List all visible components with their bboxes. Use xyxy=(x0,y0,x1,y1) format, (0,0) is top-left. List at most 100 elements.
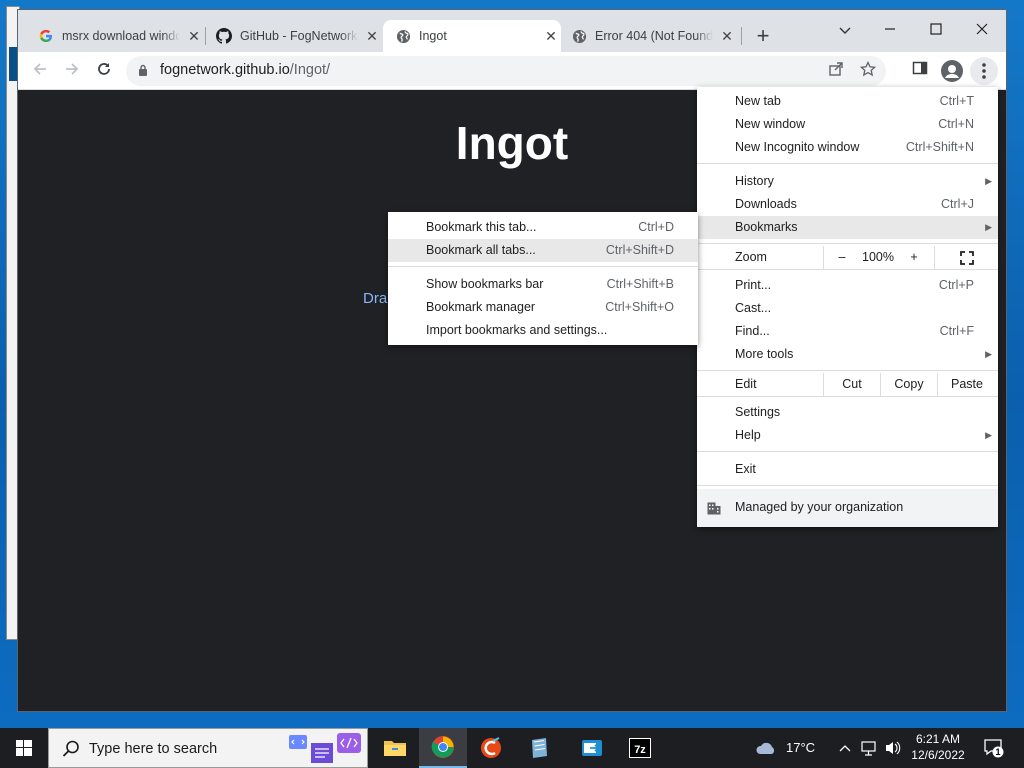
zoom-level: 100% xyxy=(862,250,894,264)
lock-icon xyxy=(139,64,147,76)
side-panel-icon[interactable] xyxy=(909,60,931,82)
menu-item-help[interactable]: Help ▶ xyxy=(697,424,998,447)
close-icon xyxy=(976,23,988,35)
7zip-icon: 7z xyxy=(629,738,651,758)
chrome-taskbar-button[interactable] xyxy=(419,728,467,768)
folder-icon xyxy=(384,741,406,756)
fullscreen-icon xyxy=(959,250,974,265)
menu-item-downloads[interactable]: Downloads Ctrl+J xyxy=(697,193,998,216)
tab-strip: msrx download windows ✕ GitHub - FogNetw… xyxy=(18,10,1006,52)
taskbar-clock[interactable]: 6:21 AM 12/6/2022 xyxy=(905,731,971,763)
menu-separator xyxy=(697,451,998,452)
tab-title: GitHub - FogNetwork/Ingot xyxy=(240,29,358,43)
close-window-button[interactable] xyxy=(962,16,1002,44)
menu-item-show-bookmarks-bar[interactable]: Show bookmarks bar Ctrl+Shift+B xyxy=(388,273,698,296)
globe-icon xyxy=(571,28,587,44)
ccleaner-icon xyxy=(481,737,501,758)
minimize-icon xyxy=(885,28,895,30)
menu-separator xyxy=(697,396,998,397)
menu-separator xyxy=(697,485,998,486)
share-icon[interactable] xyxy=(826,61,846,81)
reload-icon xyxy=(98,63,110,75)
zoom-out-button[interactable]: – xyxy=(824,246,860,269)
start-button[interactable] xyxy=(0,728,48,768)
bookmark-star-icon[interactable] xyxy=(858,60,878,81)
menu-item-history[interactable]: History ▶ xyxy=(697,170,998,193)
search-highlight-icon xyxy=(289,733,361,763)
cut-button[interactable]: Cut xyxy=(824,373,880,396)
notification-center-button[interactable]: 1 xyxy=(982,736,1004,758)
menu-separator xyxy=(697,163,998,164)
7zip-taskbar-button[interactable]: 7z xyxy=(616,728,664,768)
tab-search-button[interactable] xyxy=(825,16,865,44)
submenu-arrow-icon: ▶ xyxy=(985,176,992,186)
menu-item-new-window[interactable]: New window Ctrl+N xyxy=(697,113,998,136)
menu-item-print[interactable]: Print... Ctrl+P xyxy=(697,274,998,297)
menu-item-import-bookmarks[interactable]: Import bookmarks and settings... xyxy=(388,319,698,342)
show-hidden-icons-button[interactable] xyxy=(838,728,852,768)
chevron-up-icon xyxy=(839,745,851,752)
network-icon[interactable] xyxy=(860,728,878,768)
menu-separator xyxy=(697,243,998,244)
menu-item-bookmark-manager[interactable]: Bookmark manager Ctrl+Shift+O xyxy=(388,296,698,319)
tab-github[interactable]: GitHub - FogNetwork/Ingot ✕ xyxy=(204,20,384,52)
menu-edit-row: Edit Cut Copy Paste xyxy=(697,373,998,396)
forward-button[interactable] xyxy=(60,59,84,83)
tab-separator xyxy=(741,27,742,45)
google-icon xyxy=(38,28,54,44)
background-window-accent xyxy=(9,47,17,81)
menu-item-exit[interactable]: Exit xyxy=(697,458,998,481)
close-icon[interactable]: ✕ xyxy=(364,28,380,45)
menu-item-managed[interactable]: Managed by your organization xyxy=(697,489,998,527)
fullscreen-button[interactable] xyxy=(935,246,998,269)
chrome-main-menu: New tab Ctrl+T New window Ctrl+N New Incog… xyxy=(697,87,998,527)
menu-item-cast[interactable]: Cast... xyxy=(697,297,998,320)
tab-msrx-download[interactable]: msrx download windows ✕ xyxy=(26,20,206,52)
menu-item-bookmark-this-tab[interactable]: Bookmark this tab... Ctrl+D xyxy=(388,216,698,239)
tab-error-404[interactable]: Error 404 (Not Found)!!1 ✕ xyxy=(559,20,741,52)
menu-separator xyxy=(388,266,698,267)
file-explorer-taskbar-button[interactable] xyxy=(371,728,419,768)
copy-button[interactable]: Copy xyxy=(881,373,937,396)
ccleaner-taskbar-button[interactable] xyxy=(467,728,515,768)
menu-item-bookmark-all-tabs[interactable]: Bookmark all tabs... Ctrl+Shift+D xyxy=(388,239,698,262)
menu-item-more-tools[interactable]: More tools ▶ xyxy=(697,343,998,366)
tab-title: Error 404 (Not Found)!!1 xyxy=(595,29,713,43)
reload-button[interactable] xyxy=(92,59,116,83)
drag-link-text[interactable]: Dra xyxy=(363,290,387,307)
close-icon[interactable]: ✕ xyxy=(186,28,202,45)
globe-icon xyxy=(395,28,411,44)
menu-separator xyxy=(697,269,998,270)
address-bar[interactable]: fognetwork.github.io/Ingot/ xyxy=(126,56,886,86)
menu-item-new-incognito[interactable]: New Incognito window Ctrl+Shift+N xyxy=(697,136,998,159)
remote-desktop-icon xyxy=(582,740,602,756)
menu-item-settings[interactable]: Settings xyxy=(697,401,998,424)
notepad-icon xyxy=(532,738,547,758)
notes-taskbar-button[interactable] xyxy=(515,728,563,768)
back-button[interactable] xyxy=(28,59,52,83)
menu-item-new-tab[interactable]: New tab Ctrl+T xyxy=(697,90,998,113)
paste-button[interactable]: Paste xyxy=(938,373,996,396)
chevron-down-icon xyxy=(839,27,851,34)
new-tab-button[interactable]: + xyxy=(751,25,775,49)
minimize-button[interactable] xyxy=(870,16,910,44)
tab-title: msrx download windows xyxy=(62,29,180,43)
close-icon[interactable]: ✕ xyxy=(543,28,559,45)
building-icon xyxy=(707,502,721,515)
kebab-menu-icon xyxy=(982,63,986,79)
menu-item-find[interactable]: Find... Ctrl+F xyxy=(697,320,998,343)
zoom-in-button[interactable]: + xyxy=(896,246,932,269)
taskbar-search[interactable]: Type here to search xyxy=(48,728,368,768)
volume-icon[interactable] xyxy=(884,728,902,768)
profile-avatar-icon[interactable] xyxy=(941,60,963,82)
chrome-menu-button[interactable] xyxy=(970,57,998,85)
menu-zoom-row: Zoom – 100% + xyxy=(697,246,998,269)
tab-ingot[interactable]: Ingot ✕ xyxy=(383,20,561,52)
close-icon[interactable]: ✕ xyxy=(719,28,735,45)
menu-item-bookmarks[interactable]: Bookmarks ▶ xyxy=(697,216,998,239)
remote-app-taskbar-button[interactable] xyxy=(568,728,616,768)
tab-title: Ingot xyxy=(419,29,447,43)
maximize-button[interactable] xyxy=(916,16,956,44)
svg-text:7z: 7z xyxy=(634,744,646,756)
arrow-right-icon xyxy=(66,63,79,75)
